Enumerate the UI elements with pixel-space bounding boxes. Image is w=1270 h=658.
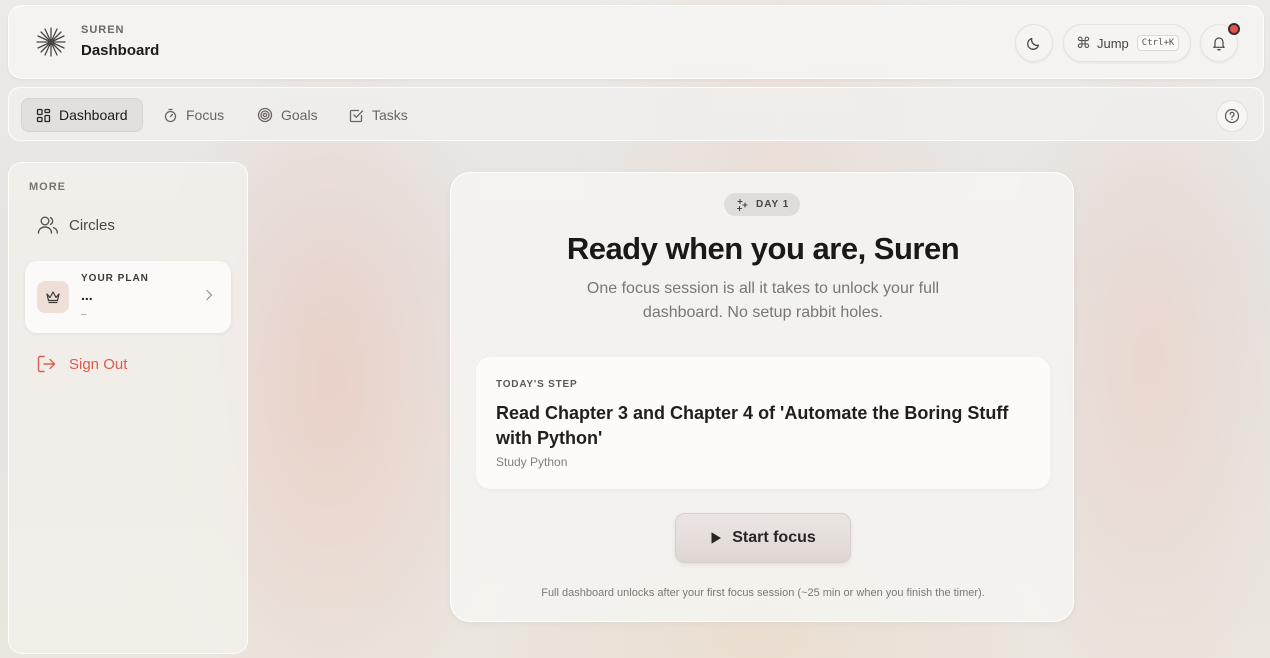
plan-icon-container (37, 281, 69, 313)
tab-label: Dashboard (59, 107, 128, 123)
jump-command-button[interactable]: ⌘ Jump Ctrl+K (1063, 24, 1191, 62)
sidebar: MORE Circles YOUR PLAN ... – Sign Out (8, 162, 248, 654)
plan-card[interactable]: YOUR PLAN ... – (25, 261, 231, 333)
checkbox-icon (349, 109, 364, 122)
crown-icon (46, 291, 60, 304)
tab-label: Goals (281, 107, 318, 123)
start-focus-button[interactable]: Start focus (675, 513, 851, 563)
logout-icon (37, 355, 56, 373)
plan-name: ... (81, 287, 93, 303)
sign-out-label: Sign Out (69, 355, 128, 373)
sidebar-item-circles[interactable]: Circles (37, 215, 115, 235)
sunburst-logo-icon (36, 27, 66, 57)
sign-out-button[interactable]: Sign Out (37, 355, 127, 373)
notification-dot (1228, 23, 1240, 35)
welcome-card: DAY 1 Ready when you are, Suren One focu… (450, 172, 1074, 622)
welcome-title: Ready when you are, Suren (566, 231, 960, 266)
sparkles-icon (736, 198, 748, 211)
start-focus-label: Start focus (732, 529, 816, 546)
day-label: DAY 1 (756, 199, 790, 210)
tab-tasks[interactable]: Tasks (335, 98, 422, 132)
welcome-subtitle: One focus session is all it takes to unl… (586, 280, 940, 321)
moon-icon (1027, 37, 1040, 50)
shortcut-hint: Ctrl+K (1136, 35, 1180, 51)
page-title: Dashboard (81, 42, 160, 59)
top-header: SUREN Dashboard ⌘ Jump Ctrl+K (8, 5, 1264, 79)
tab-goals[interactable]: Goals (243, 98, 332, 132)
plan-subtext: – (81, 309, 87, 320)
step-title: Read Chapter 3 and Chapter 4 of 'Automat… (496, 403, 1009, 448)
plan-label: YOUR PLAN (81, 273, 149, 284)
question-circle-icon (1224, 108, 1240, 124)
sidebar-item-label: Circles (69, 216, 115, 234)
unlock-note: Full dashboard unlocks after your first … (541, 587, 985, 599)
play-icon (711, 532, 722, 544)
command-icon: ⌘ (1076, 35, 1091, 52)
theme-toggle-button[interactable] (1015, 24, 1053, 62)
todays-step-card[interactable]: TODAY'S STEP Read Chapter 3 and Chapter … (476, 357, 1050, 489)
bell-icon (1213, 37, 1225, 51)
step-goal: Study Python (496, 455, 568, 469)
target-icon (257, 107, 273, 123)
tab-label: Tasks (372, 107, 408, 123)
tab-focus[interactable]: Focus (149, 98, 238, 132)
grid-icon (36, 108, 51, 122)
sidebar-heading: MORE (29, 181, 66, 193)
tab-label: Focus (186, 107, 225, 123)
stopwatch-icon (164, 108, 177, 122)
main-nav: Dashboard Focus Goals Tasks (8, 87, 1264, 141)
tab-dashboard[interactable]: Dashboard (21, 98, 143, 132)
chevron-right-icon (206, 289, 213, 301)
step-label: TODAY'S STEP (496, 379, 578, 390)
jump-label: Jump (1097, 35, 1129, 51)
help-button[interactable] (1216, 100, 1248, 132)
day-badge: DAY 1 (724, 193, 801, 216)
brand-name: SUREN (81, 24, 125, 36)
users-icon (37, 216, 58, 234)
